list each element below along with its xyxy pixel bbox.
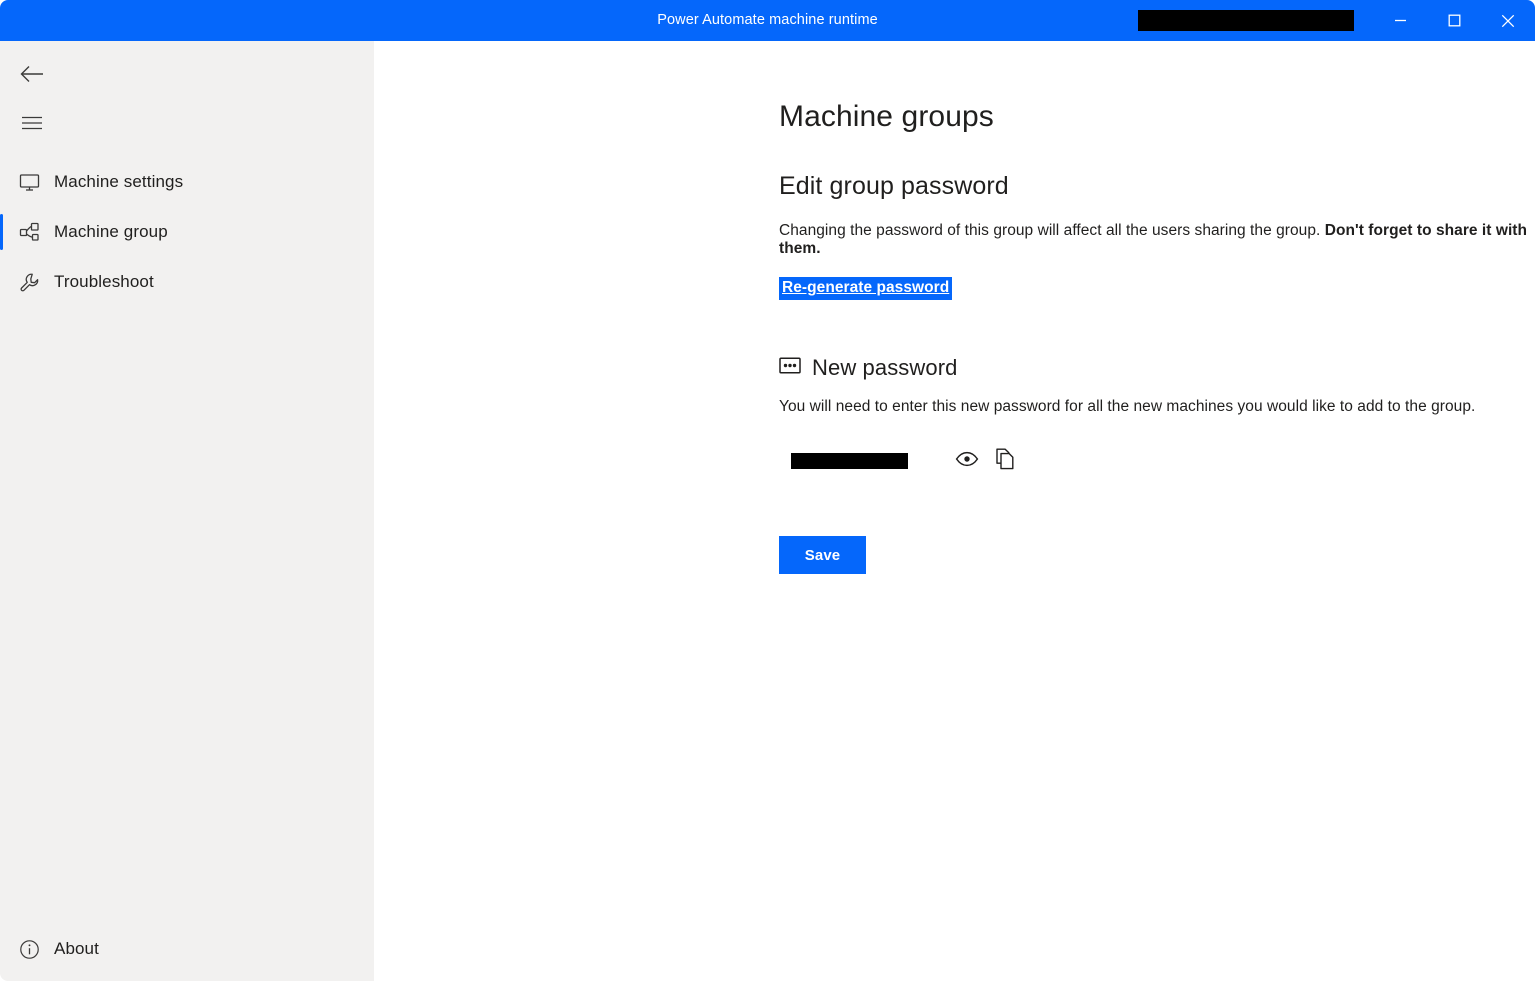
sidebar-item-label: About bbox=[54, 939, 99, 958]
sidebar-item-label: Machine group bbox=[54, 222, 168, 241]
password-value-redacted[interactable] bbox=[791, 453, 908, 469]
back-button[interactable] bbox=[10, 57, 54, 95]
maximize-button[interactable] bbox=[1427, 0, 1481, 41]
copy-icon bbox=[995, 448, 1015, 475]
eye-icon bbox=[955, 451, 979, 472]
hamburger-menu-icon bbox=[21, 115, 43, 136]
sidebar-footer: About bbox=[0, 925, 374, 973]
monitor-icon bbox=[14, 172, 44, 193]
wrench-icon bbox=[14, 272, 44, 293]
section-description-normal: Changing the password of this group will… bbox=[779, 222, 1325, 239]
back-arrow-icon bbox=[19, 64, 45, 89]
sidebar-item-label: Machine settings bbox=[54, 172, 184, 191]
window-title: Power Automate machine runtime bbox=[657, 12, 878, 28]
save-button[interactable]: Save bbox=[779, 536, 866, 574]
reveal-password-button[interactable] bbox=[954, 448, 980, 474]
machine-group-icon bbox=[14, 222, 44, 243]
sidebar: Machine settings Machine group Troublesh… bbox=[0, 41, 374, 981]
main-content: Machine groups Edit group password Chang… bbox=[374, 41, 1535, 981]
sidebar-item-about[interactable]: About bbox=[0, 925, 374, 973]
hamburger-menu-button[interactable] bbox=[10, 107, 54, 143]
new-password-label: New password bbox=[812, 355, 958, 380]
copy-password-button[interactable] bbox=[992, 448, 1018, 474]
window-controls bbox=[1373, 0, 1535, 41]
info-circle-icon bbox=[14, 939, 44, 960]
sidebar-item-label: Troubleshoot bbox=[54, 272, 154, 291]
minimize-button[interactable] bbox=[1373, 0, 1427, 41]
section-description: Changing the password of this group will… bbox=[779, 222, 1535, 258]
section-title: Edit group password bbox=[779, 172, 1009, 200]
sidebar-nav-list: Machine settings Machine group Troublesh… bbox=[0, 157, 374, 307]
new-password-heading: New password bbox=[779, 355, 1535, 381]
application-window: Power Automate machine runtime Machine s… bbox=[0, 0, 1535, 981]
password-row bbox=[779, 446, 1535, 476]
regenerate-password-link[interactable]: Re-generate password bbox=[779, 277, 953, 300]
window-body: Machine settings Machine group Troublesh… bbox=[0, 41, 1535, 981]
sidebar-item-machine-group[interactable]: Machine group bbox=[0, 207, 374, 257]
page-title: Machine groups bbox=[779, 100, 994, 133]
title-bar-redaction-bar bbox=[1138, 10, 1354, 31]
close-button[interactable] bbox=[1481, 0, 1535, 41]
sidebar-item-troubleshoot[interactable]: Troubleshoot bbox=[0, 257, 374, 307]
new-password-description: You will need to enter this new password… bbox=[779, 398, 1476, 415]
sidebar-item-machine-settings[interactable]: Machine settings bbox=[0, 157, 374, 207]
title-bar: Power Automate machine runtime bbox=[0, 0, 1535, 41]
password-dots-icon bbox=[779, 357, 801, 379]
